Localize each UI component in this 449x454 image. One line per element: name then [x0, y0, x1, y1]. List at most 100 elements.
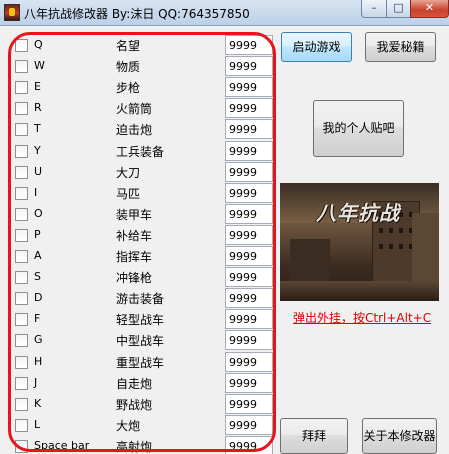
- value-input[interactable]: 9999: [225, 351, 273, 372]
- cheat-row: P 补给车 9999: [0, 224, 278, 245]
- hotkey-label: L: [34, 417, 41, 431]
- hotkey-label: Space bar: [34, 438, 90, 452]
- value-input[interactable]: 9999: [225, 414, 273, 435]
- value-input[interactable]: 9999: [225, 435, 273, 454]
- my-cheats-button[interactable]: 我爱秘籍: [365, 32, 436, 62]
- hotkey-label: K: [34, 396, 42, 410]
- item-label: 自走炮: [116, 376, 153, 391]
- value-input[interactable]: 9999: [225, 267, 273, 288]
- cheat-row: L 大炮 9999: [0, 414, 278, 435]
- cheat-row: O 装甲车 9999: [0, 203, 278, 224]
- value-input[interactable]: 9999: [225, 98, 273, 119]
- enable-checkbox[interactable]: [15, 271, 28, 285]
- value-input[interactable]: 9999: [225, 288, 273, 309]
- value-input[interactable]: 9999: [225, 35, 273, 55]
- cheat-row: U 大刀 9999: [0, 161, 278, 182]
- hotkey-label: Y: [34, 143, 41, 157]
- maximize-button[interactable]: □: [386, 0, 411, 18]
- enable-checkbox[interactable]: [15, 123, 28, 137]
- hotkey-label: W: [34, 59, 45, 73]
- hotkey-label: A: [34, 249, 42, 262]
- cheat-row: A 指挥车 9999: [0, 245, 278, 266]
- enable-checkbox[interactable]: [15, 334, 28, 348]
- hotkey-label: F: [34, 312, 41, 326]
- cheat-row: Y 工兵装备 9999: [0, 140, 278, 161]
- cheat-row: Q 名望 9999: [0, 34, 278, 55]
- value-input[interactable]: 9999: [225, 203, 273, 224]
- item-label: 步枪: [116, 81, 141, 96]
- value-input[interactable]: 9999: [225, 119, 273, 140]
- cheat-row: T 迫击炮 9999: [0, 118, 278, 140]
- title-bar[interactable]: 八年抗战修改器 By:沫日 QQ:764357850 – □ ✕: [0, 0, 449, 26]
- enable-checkbox[interactable]: [15, 313, 28, 327]
- value-input[interactable]: 9999: [225, 161, 273, 182]
- value-input[interactable]: 9999: [225, 330, 273, 351]
- enable-checkbox[interactable]: [15, 355, 28, 369]
- value-input[interactable]: 9999: [225, 372, 273, 393]
- value-input[interactable]: 9999: [225, 246, 273, 266]
- value-input[interactable]: 9999: [225, 140, 273, 161]
- hotkey-label: U: [34, 164, 43, 178]
- value-input[interactable]: 9999: [225, 224, 273, 245]
- game-banner-image: 八年抗战: [280, 183, 439, 301]
- item-label: 游击装备: [116, 292, 165, 307]
- close-button[interactable]: ✕: [410, 0, 449, 18]
- my-post-button[interactable]: 我的个人贴吧: [313, 100, 404, 157]
- value-input[interactable]: 9999: [225, 77, 273, 98]
- cheat-row: E 步枪 9999: [0, 76, 278, 98]
- enable-checkbox[interactable]: [15, 292, 28, 306]
- item-label: 重型战车: [116, 355, 165, 370]
- item-label: 中型战车: [116, 334, 165, 349]
- start-game-button[interactable]: 启动游戏: [281, 32, 352, 62]
- enable-checkbox[interactable]: [15, 165, 28, 179]
- cheat-row: F 轻型战车 9999: [0, 308, 278, 330]
- cheat-row: S 冲锋枪 9999: [0, 266, 278, 288]
- cheat-row: W 物质 9999: [0, 55, 278, 77]
- enable-checkbox[interactable]: [15, 144, 28, 158]
- value-input[interactable]: 9999: [225, 309, 273, 330]
- cheat-row: G 中型战车 9999: [0, 329, 278, 351]
- enable-checkbox[interactable]: [15, 418, 28, 432]
- cheat-row: R 火箭筒 9999: [0, 97, 278, 119]
- item-label: 轻型战车: [116, 313, 165, 328]
- enable-checkbox[interactable]: [15, 60, 28, 74]
- enable-checkbox[interactable]: [15, 207, 28, 221]
- item-label: 火箭筒: [116, 102, 153, 117]
- hotkey-label: H: [34, 354, 43, 368]
- enable-checkbox[interactable]: [15, 81, 28, 95]
- cheat-list: Q 名望 9999 W 物质 9999 E 步枪 9999 R 火箭筒 9999 T 迫击炮 9999 Y 工兵…: [0, 26, 278, 454]
- hotkey-label: T: [34, 122, 41, 136]
- bye-button[interactable]: 拜拜: [280, 418, 348, 454]
- enable-checkbox[interactable]: [15, 228, 28, 242]
- minimize-button[interactable]: –: [361, 0, 387, 18]
- item-label: 马匹: [116, 186, 141, 201]
- hotkey-label: I: [34, 185, 38, 199]
- cheat-row: Space bar 高射炮 9999: [0, 435, 278, 454]
- item-label: 工兵装备: [116, 144, 165, 159]
- app-icon: [4, 4, 20, 21]
- item-label: 高射炮: [116, 439, 153, 454]
- hotkey-label: P: [34, 227, 41, 241]
- about-button[interactable]: 关于本修改器: [362, 418, 437, 454]
- value-input[interactable]: 9999: [225, 182, 273, 203]
- enable-checkbox[interactable]: [15, 102, 28, 116]
- value-input[interactable]: 9999: [225, 393, 273, 414]
- enable-checkbox[interactable]: [15, 397, 28, 411]
- item-label: 物质: [116, 60, 141, 75]
- item-label: 迫击炮: [116, 123, 153, 138]
- item-label: 装甲车: [116, 207, 153, 222]
- enable-checkbox[interactable]: [15, 186, 28, 200]
- enable-checkbox[interactable]: [15, 250, 28, 263]
- enable-checkbox[interactable]: [15, 439, 28, 453]
- value-input[interactable]: 9999: [225, 56, 273, 77]
- banner-building: [290, 239, 330, 287]
- hotkey-hint-link[interactable]: 弹出外挂，按Ctrl+Alt+C: [293, 309, 431, 326]
- enable-checkbox[interactable]: [15, 376, 28, 390]
- item-label: 野战炮: [116, 397, 153, 412]
- enable-checkbox[interactable]: [15, 39, 28, 52]
- banner-ground: [280, 281, 439, 301]
- item-label: 名望: [116, 39, 141, 53]
- hotkey-label: S: [34, 270, 41, 284]
- cheat-row: D 游击装备 9999: [0, 287, 278, 309]
- item-label: 指挥车: [116, 250, 153, 264]
